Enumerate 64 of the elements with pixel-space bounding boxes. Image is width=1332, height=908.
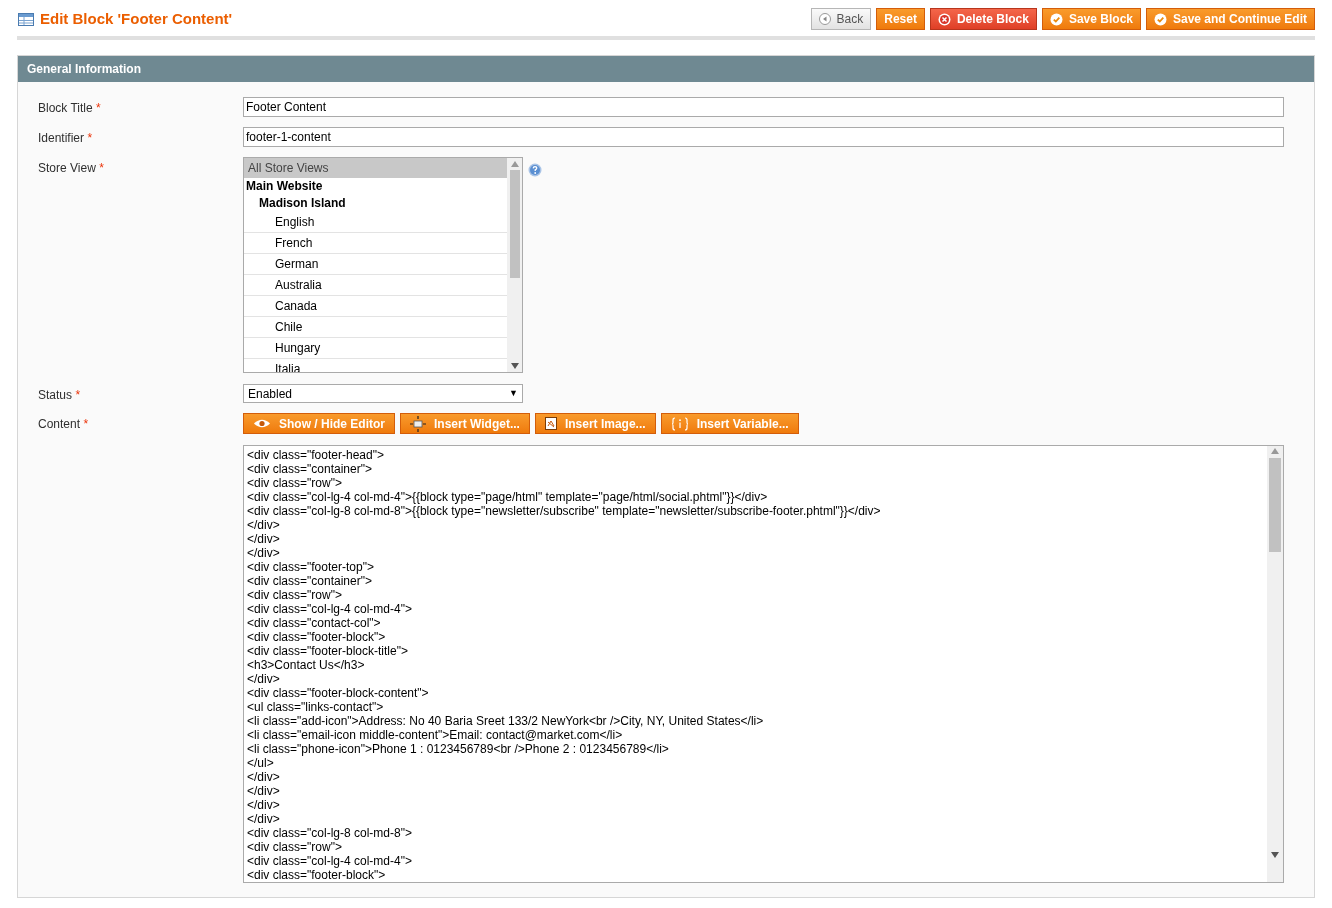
grid-icon xyxy=(18,12,34,26)
field-label: Identifier * xyxy=(38,131,93,145)
code-line: <div class="container"> xyxy=(247,462,372,476)
delete-button[interactable]: Delete Block xyxy=(929,8,1037,30)
cancel-icon xyxy=(937,12,951,26)
code-line: <div class="footer-head"> xyxy=(247,448,384,462)
status-select[interactable]: Enabled ▼ xyxy=(243,384,523,403)
code-line: <li class="add-icon">Address: No 40 Baria Sreet 133/2 NewYork<br />City, NY, United States</li> xyxy=(247,714,764,728)
scroll-up-icon[interactable] xyxy=(510,161,519,167)
scrollbar-thumb[interactable] xyxy=(1269,458,1281,552)
code-line: <div class="row"> xyxy=(247,588,342,602)
code-line: </div> xyxy=(247,518,280,532)
code-line: <ul class="links-contact"> xyxy=(247,700,384,714)
section-header: General Information xyxy=(18,56,1314,82)
braces-icon xyxy=(670,416,689,431)
page-title: Edit Block 'Footer Content' xyxy=(40,8,233,29)
code-line: </div> xyxy=(247,770,280,784)
code-line: <li class="phone-icon">Phone 1 : 0123456789<br />Phone 2 : 0123456789</li> xyxy=(247,742,669,756)
code-line: <div class="footer-block-content"> xyxy=(247,686,429,700)
field-label: Content * xyxy=(38,417,89,431)
checkmark-icon xyxy=(1049,12,1063,26)
eye-icon xyxy=(253,418,271,429)
scroll-down-icon[interactable] xyxy=(1271,852,1279,858)
code-line: <div class="col-lg-4 col-md-4"> xyxy=(247,602,412,616)
code-line: <h3>Contact Us</h3> xyxy=(247,658,365,672)
code-line: <div class="footer-top"> xyxy=(247,560,374,574)
checkmark-icon xyxy=(1154,12,1167,26)
scrollbar[interactable] xyxy=(507,158,522,372)
code-line: </div> xyxy=(247,798,280,812)
widget-icon xyxy=(410,415,426,432)
store-view-option[interactable]: All Store Views xyxy=(244,158,507,178)
field-label: Status * xyxy=(38,388,81,402)
scrollbar[interactable] xyxy=(1267,446,1283,882)
code-line: </div> xyxy=(247,672,280,686)
content-textarea[interactable] xyxy=(243,445,1284,883)
field-label: Block Title * xyxy=(38,101,101,115)
option-group-label: Madison Island xyxy=(258,195,347,212)
field-label: Store View * xyxy=(38,161,104,175)
code-line: <div class="row"> xyxy=(247,840,342,854)
help-icon[interactable] xyxy=(528,163,542,177)
scroll-down-icon[interactable] xyxy=(511,363,519,369)
code-line: <div class="col-lg-4 col-md-4">{{block type="page/html" template="page/html/social.phtml"}}</div> xyxy=(247,490,768,504)
text-field[interactable]: footer-1-content xyxy=(243,127,1284,147)
code-line: <div class="row"> xyxy=(247,476,342,490)
code-line: <div class="col-lg-8 col-md-8">{{block type="newsletter/subscribe" template="newsletter/subscribe-footer.phtml"}}</div> xyxy=(247,504,881,518)
code-line: <div class="container"> xyxy=(247,574,372,588)
code-line: </div> xyxy=(247,546,280,560)
option-group-label: Main Website xyxy=(245,178,324,195)
code-line: <div class="footer-block"> xyxy=(247,630,386,644)
scroll-up-icon[interactable] xyxy=(1271,448,1279,454)
code-line: <div class="contact-col"> xyxy=(247,616,381,630)
code-line: </div> xyxy=(247,812,280,826)
code-line: <li class="email-icon middle-content">Email: contact@market.com</li> xyxy=(247,728,623,742)
code-line: </div> xyxy=(247,532,280,546)
back-button[interactable]: Back xyxy=(810,8,872,30)
code-line: <div class="col-lg-8 col-md-8"> xyxy=(247,826,412,840)
text-field[interactable]: Footer Content xyxy=(243,97,1284,117)
code-line: </ul> xyxy=(247,756,274,770)
code-line: <div class="footer-block-title"> xyxy=(247,644,408,658)
code-line: <div class="col-lg-4 col-md-4"> xyxy=(247,854,412,868)
image-icon xyxy=(544,417,557,430)
code-line: </div> xyxy=(247,784,280,798)
code-line: <div class="footer-block"> xyxy=(247,868,386,882)
scrollbar-thumb[interactable] xyxy=(509,170,520,278)
